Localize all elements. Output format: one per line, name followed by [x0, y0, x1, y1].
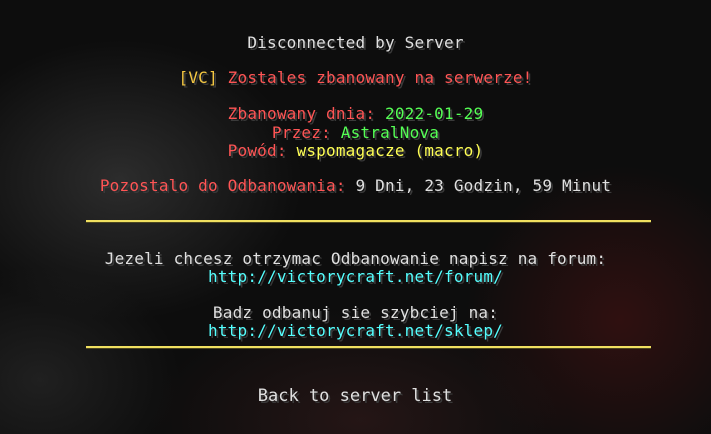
ban-date-line: Zbanowany dnia: 2022-01-29 — [0, 105, 711, 123]
ban-reason-value: wspomagacze (macro) — [296, 141, 484, 160]
ban-date-label: Zbanowany dnia: — [227, 104, 376, 123]
top-divider — [86, 220, 651, 222]
ban-by-value: AstralNova — [340, 123, 440, 142]
forum-text: Jezeli chcesz otrzymac Odbanowanie napis… — [104, 249, 607, 268]
ban-remaining-line: Pozostalo do Odbanowania: 9 Dni, 23 Godz… — [0, 177, 711, 195]
ban-reason-label: Powód: — [227, 141, 287, 160]
forum-link[interactable]: http://victorycraft.net/forum/ — [0, 268, 711, 286]
screen-title: Disconnected by Server — [247, 33, 464, 52]
ban-remaining-label: Pozostalo do Odbanowania: — [99, 176, 346, 195]
server-prefix: [VC] — [178, 68, 218, 87]
bottom-divider — [86, 346, 651, 348]
ban-by-label: Przez: — [271, 123, 331, 142]
back-to-server-list-button[interactable]: Back to server list — [255, 383, 455, 409]
ban-date-value: 2022-01-29 — [385, 104, 484, 123]
shop-text: Badz odbanuj sie szybciej na: — [212, 303, 499, 322]
ban-headline: [VC] Zostales zbanowany na serwerze! — [0, 69, 711, 87]
ban-headline-text: Zostales zbanowany na serwerze! — [227, 68, 533, 87]
shop-link[interactable]: http://victorycraft.net/sklep/ — [0, 322, 711, 340]
ban-reason-line: Powód: wspomagacze (macro) — [0, 142, 711, 160]
ban-remaining-value: 9 Dni, 23 Godzin, 59 Minut — [355, 176, 612, 195]
ban-by-line: Przez: AstralNova — [0, 124, 711, 142]
